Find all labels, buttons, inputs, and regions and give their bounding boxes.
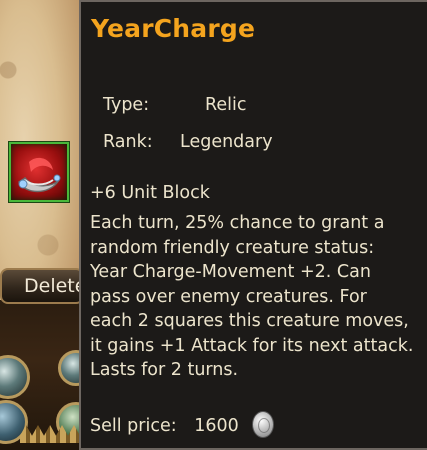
sell-price-label: Sell price: [90, 416, 177, 436]
sell-price-value: 1600 [194, 416, 239, 436]
description-line: Year Charge-Movement +2. Can [90, 262, 371, 282]
type-row: Type: Relic [103, 95, 247, 115]
item-title: YearCharge [91, 14, 256, 43]
game-scene: Delete YearCharge Type: Relic Rank: Lege… [0, 0, 427, 450]
item-description: Each turn, 25% chance to grant a random … [90, 211, 426, 383]
item-tooltip: YearCharge Type: Relic Rank: Legendary +… [79, 0, 427, 450]
rank-row: Rank: Legendary [103, 132, 273, 152]
stat-bonus: +6 Unit Block [90, 183, 210, 203]
rank-value: Legendary [180, 132, 273, 152]
description-line: random friendly creature status: [90, 237, 375, 258]
delete-button[interactable]: Delete [0, 268, 84, 304]
relic-icon [18, 157, 61, 193]
description-line: each 2 squares this creature moves, [90, 311, 409, 331]
rank-label: Rank: [103, 132, 153, 152]
sell-price-row: Sell price: 1600 [90, 416, 239, 436]
description-line: Each turn, 25% chance to grant a [90, 213, 385, 233]
description-line: Lasts for 2 turns. [90, 360, 239, 380]
type-label: Type: [103, 95, 150, 115]
description-line: it gains +1 Attack for its next attack. [90, 335, 414, 356]
type-value: Relic [205, 95, 247, 115]
relic-item-slot[interactable] [9, 142, 69, 202]
description-line: pass over enemy creatures. For [90, 286, 367, 307]
silver-coin-icon [252, 411, 274, 438]
